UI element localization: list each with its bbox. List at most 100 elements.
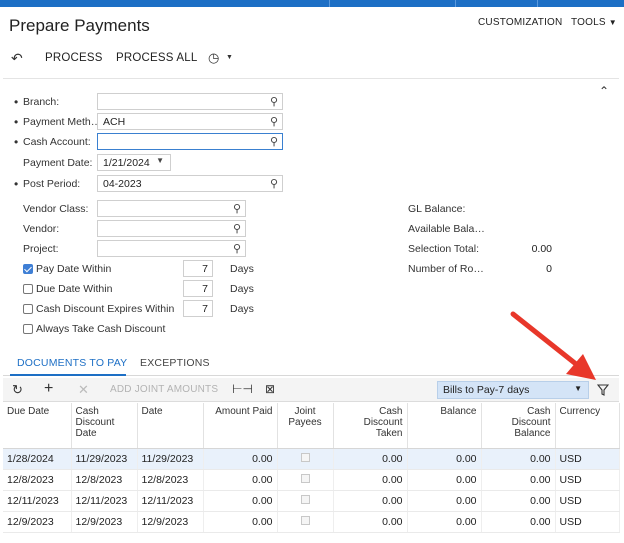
cash-account-label: Cash Account: — [14, 135, 91, 149]
table-row[interactable]: 1/28/2024 11/29/2023 11/29/2023 0.00 0.0… — [3, 448, 620, 470]
post-period-field[interactable]: 04-2023 ⚲ — [97, 175, 283, 192]
column-header[interactable]: Balance — [407, 403, 482, 449]
cash-discount-balance-cell: 0.00 — [481, 490, 556, 512]
delete-row-icon[interactable]: ✕ — [78, 382, 89, 398]
joint-payees-checkbox[interactable] — [300, 494, 310, 504]
column-header[interactable]: Cash Discount Date — [71, 403, 138, 449]
branch-field[interactable]: ⚲ — [97, 93, 283, 110]
payment-method-field[interactable]: ACH ⚲ — [97, 113, 283, 130]
cash-discount-expires-checkbox[interactable] — [23, 304, 33, 314]
column-header[interactable]: Due Date — [3, 403, 72, 449]
amount-paid-cell[interactable]: 0.00 — [203, 469, 278, 491]
customization-button[interactable]: CUSTOMIZATION — [478, 17, 562, 28]
cash-discount-date-cell: 12/11/2023 — [71, 490, 138, 512]
tab-documents-to-pay[interactable]: DOCUMENTS TO PAY — [17, 357, 127, 369]
column-header[interactable]: Currency — [555, 403, 620, 449]
column-header[interactable]: Cash Discount Balance — [481, 403, 556, 449]
branch-label: Branch: — [14, 95, 59, 109]
pay-date-within-input[interactable]: 7 — [183, 260, 213, 277]
page-title: Prepare Payments — [9, 16, 150, 35]
cash-discount-taken-cell[interactable]: 0.00 — [333, 511, 408, 533]
date-cell: 11/29/2023 — [137, 448, 204, 470]
column-header[interactable]: Amount Paid — [203, 403, 278, 449]
search-icon[interactable]: ⚲ — [270, 135, 278, 148]
joint-payees-cell[interactable] — [277, 490, 334, 512]
vendor-field[interactable]: ⚲ — [97, 220, 246, 237]
table-row[interactable]: 12/11/2023 12/11/2023 12/11/2023 0.00 0.… — [3, 490, 620, 512]
schedule-icon[interactable]: ◷ — [208, 50, 219, 66]
vendor-label: Vendor: — [23, 223, 60, 235]
caret-down-icon[interactable]: ▼ — [156, 156, 164, 165]
amount-paid-cell[interactable]: 0.00 — [203, 511, 278, 533]
cash-discount-expires-label: Cash Discount Expires Within — [36, 303, 175, 315]
documents-grid: Due Date Cash Discount Date Date Amount … — [3, 403, 620, 533]
amount-paid-cell[interactable]: 0.00 — [203, 448, 278, 470]
due-date-within-input[interactable]: 7 — [183, 280, 213, 297]
cash-discount-taken-cell[interactable]: 0.00 — [333, 469, 408, 491]
balance-cell: 0.00 — [407, 469, 482, 491]
due-date-cell: 12/11/2023 — [3, 490, 72, 512]
column-header[interactable]: Cash Discount Taken — [333, 403, 408, 449]
tools-button[interactable]: TOOLS ▼ — [571, 17, 617, 28]
amount-paid-cell[interactable]: 0.00 — [203, 490, 278, 512]
refresh-icon[interactable]: ↻ — [12, 382, 23, 398]
currency-cell: USD — [555, 511, 620, 533]
search-icon[interactable]: ⚲ — [270, 115, 278, 128]
number-of-rows-label: Number of Ro… — [408, 263, 484, 275]
add-row-icon[interactable]: + — [44, 380, 53, 398]
search-icon[interactable]: ⚲ — [270, 95, 278, 108]
process-button[interactable]: PROCESS — [45, 52, 103, 64]
joint-payees-checkbox[interactable] — [300, 452, 310, 462]
search-icon[interactable]: ⚲ — [233, 222, 241, 235]
cash-discount-balance-cell: 0.00 — [481, 469, 556, 491]
selection-total-label: Selection Total: — [408, 243, 480, 255]
joint-payees-cell[interactable] — [277, 469, 334, 491]
add-joint-amounts-button[interactable]: ADD JOINT AMOUNTS — [110, 384, 218, 395]
project-field[interactable]: ⚲ — [97, 240, 246, 257]
tab-exceptions[interactable]: EXCEPTIONS — [140, 357, 210, 369]
fit-columns-icon[interactable]: ⊢⊣ — [232, 382, 253, 396]
cash-discount-expires-input[interactable]: 7 — [183, 300, 213, 317]
due-date-within-label: Due Date Within — [36, 283, 113, 295]
joint-payees-checkbox[interactable] — [300, 473, 310, 483]
payment-date-field[interactable]: 1/21/2024 ▼ — [97, 154, 171, 171]
always-take-cash-discount-checkbox[interactable] — [23, 324, 33, 334]
search-icon[interactable]: ⚲ — [233, 202, 241, 215]
vendor-class-field[interactable]: ⚲ — [97, 200, 246, 217]
top-bar-separator — [455, 0, 456, 7]
cash-discount-taken-cell[interactable]: 0.00 — [333, 490, 408, 512]
joint-payees-cell[interactable] — [277, 511, 334, 533]
vendor-class-label: Vendor Class: — [23, 203, 89, 215]
gl-balance-label: GL Balance: — [408, 203, 466, 215]
column-header[interactable]: Joint Payees — [277, 403, 334, 449]
joint-payees-cell[interactable] — [277, 448, 334, 470]
filter-funnel-icon[interactable] — [597, 384, 609, 396]
process-all-button[interactable]: PROCESS ALL — [116, 52, 197, 64]
due-date-within-checkbox[interactable] — [23, 284, 33, 294]
grid-toolbar: ↻ + ✕ ADD JOINT AMOUNTS ⊢⊣ ⊠ Bills to Pa… — [3, 378, 619, 402]
cash-account-field[interactable]: ⚲ — [97, 133, 283, 150]
pay-date-within-checkbox[interactable] — [23, 264, 33, 274]
grid-header-row: Due Date Cash Discount Date Date Amount … — [3, 403, 620, 449]
column-header[interactable]: Date — [137, 403, 204, 449]
payment-date-value: 1/21/2024 — [103, 157, 150, 169]
due-date-cell: 12/8/2023 — [3, 469, 72, 491]
caret-down-icon: ▼ — [608, 18, 617, 27]
filter-select[interactable]: Bills to Pay-7 days ▼ — [437, 381, 589, 399]
currency-cell: USD — [555, 490, 620, 512]
cash-discount-balance-cell: 0.00 — [481, 448, 556, 470]
table-row[interactable]: 12/9/2023 12/9/2023 12/9/2023 0.00 0.00 … — [3, 511, 620, 533]
selection-total-value: 0.00 — [531, 243, 552, 255]
search-icon[interactable]: ⚲ — [270, 177, 278, 190]
cash-discount-taken-cell[interactable]: 0.00 — [333, 448, 408, 470]
balance-cell: 0.00 — [407, 448, 482, 470]
search-icon[interactable]: ⚲ — [233, 242, 241, 255]
available-balance-label: Available Bala… — [408, 223, 485, 235]
undo-icon[interactable]: ↶ — [11, 50, 23, 67]
cash-discount-date-cell: 11/29/2023 — [71, 448, 138, 470]
joint-payees-checkbox[interactable] — [300, 515, 310, 525]
caret-down-icon[interactable]: ▼ — [226, 54, 233, 61]
table-row[interactable]: 12/8/2023 12/8/2023 12/8/2023 0.00 0.00 … — [3, 469, 620, 491]
collapse-icon[interactable]: ⌃ — [599, 84, 609, 98]
export-excel-icon[interactable]: ⊠ — [265, 382, 275, 396]
